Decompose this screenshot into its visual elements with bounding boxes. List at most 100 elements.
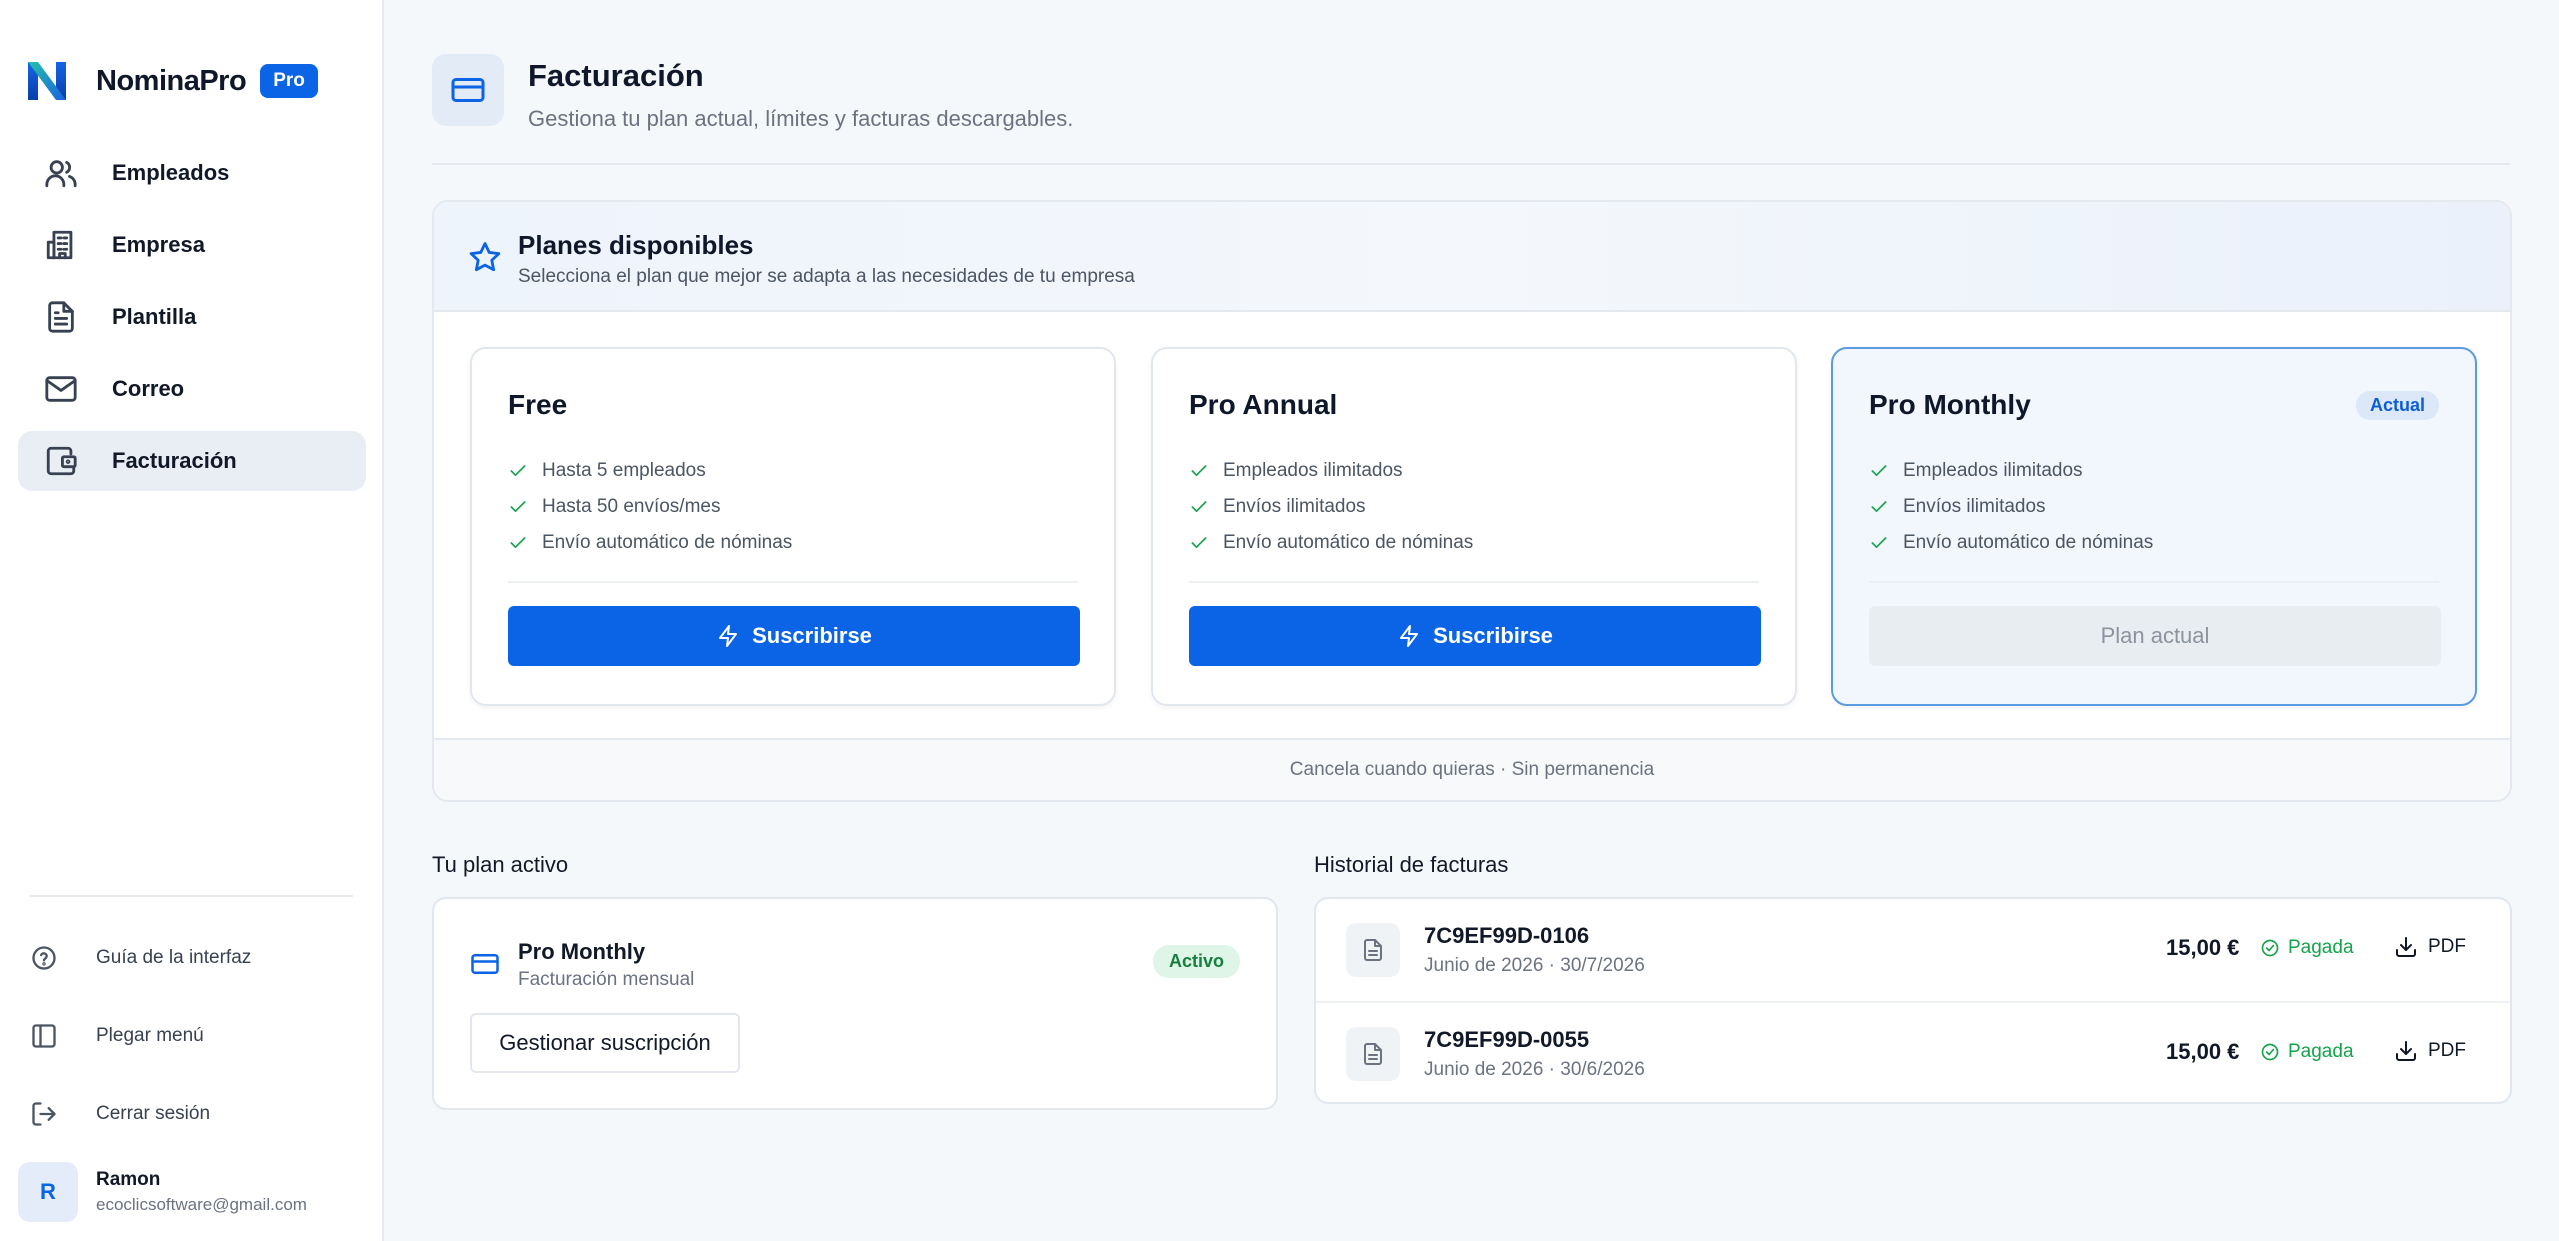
button-label: Suscribirse (752, 623, 872, 648)
status-label: Pagada (2288, 1041, 2354, 1062)
collapse-label: Plegar menú (96, 1025, 204, 1046)
manage-subscription-button[interactable]: Gestionar suscripción (470, 1013, 740, 1073)
sidebar-divider (30, 895, 353, 897)
feature-text: Empleados ilimitados (1223, 460, 1403, 481)
active-plan-name: Pro Monthly (518, 939, 646, 964)
page-subtitle: Gestiona tu plan actual, límites y factu… (528, 106, 1074, 131)
collapse-menu-button[interactable]: Plegar menú (30, 1016, 360, 1056)
feature-text: Hasta 50 envíos/mes (542, 496, 721, 517)
active-plan-card: Pro Monthly Facturación mensual Activo G… (432, 897, 1278, 1110)
feature-text: Envíos ilimitados (1223, 496, 1366, 517)
check-icon (1871, 465, 1887, 476)
download-pdf-button[interactable]: PDF (2394, 935, 2466, 959)
feature-item: Empleados ilimitados (1189, 453, 1473, 489)
card-divider (1869, 581, 2439, 583)
card-divider (508, 581, 1078, 583)
page-title: Facturación (528, 58, 704, 93)
user-email: ecoclicsoftware@gmail.com (96, 1195, 307, 1214)
feature-item: Hasta 5 empleados (508, 453, 792, 489)
download-icon (2396, 937, 2416, 957)
sidebar-item-empleados[interactable]: Empleados (18, 143, 366, 203)
brand[interactable]: NominaPro Pro (24, 56, 318, 106)
sidebar-item-empresa[interactable]: Empresa (18, 215, 366, 275)
header-divider (432, 163, 2510, 165)
avatar: R (18, 1162, 78, 1222)
mail-icon (45, 376, 77, 402)
download-label: PDF (2428, 936, 2466, 957)
bolt-icon (1400, 625, 1419, 647)
sidebar-item-label: Correo (112, 376, 185, 401)
page-header: Facturación Gestiona tu plan actual, lím… (432, 54, 1073, 132)
sidebar-item-correo[interactable]: Correo (18, 359, 366, 419)
user-name: Ramon (96, 1169, 161, 1190)
sidebar-item-plantilla[interactable]: Plantilla (18, 287, 366, 347)
button-label: Suscribirse (1433, 623, 1553, 648)
feature-text: Envío automático de nóminas (1223, 532, 1474, 553)
invoice-list: 7C9EF99D-0106 Junio de 2026 · 30/7/2026 … (1314, 897, 2512, 1104)
invoice-status: Pagada (2260, 1041, 2354, 1063)
subscribe-button-free[interactable]: Suscribirse (508, 606, 1080, 666)
invoice-date: Junio de 2026 · 30/7/2026 (1424, 955, 1645, 976)
plan-name: Pro Annual (1189, 389, 1338, 420)
help-circle-icon (32, 946, 56, 970)
feature-item: Envíos ilimitados (1189, 489, 1473, 525)
sidebar-footer: Guía de la interfaz Plegar menú Cerrar s… (30, 938, 360, 1172)
feature-text: Envío automático de nóminas (1903, 532, 2154, 553)
feature-text: Empleados ilimitados (1903, 460, 2083, 481)
plan-name: Free (508, 389, 568, 420)
guide-link[interactable]: Guía de la interfaz (30, 938, 360, 978)
feature-item: Envío automático de nóminas (1869, 525, 2153, 561)
check-icon (1191, 465, 1207, 476)
invoice-row: 7C9EF99D-0055 Junio de 2026 · 30/6/2026 … (1316, 1001, 2510, 1102)
plan-features: Empleados ilimitados Envíos ilimitados E… (1189, 453, 1473, 561)
invoice-id: 7C9EF99D-0055 (1424, 1027, 1590, 1052)
feature-item: Envío automático de nóminas (508, 525, 792, 561)
invoice-amount: 15,00 € (2166, 1039, 2240, 1064)
check-icon (510, 501, 526, 512)
feature-item: Empleados ilimitados (1869, 453, 2153, 489)
plan-features: Hasta 5 empleados Hasta 50 envíos/mes En… (508, 453, 792, 561)
plan-features: Empleados ilimitados Envíos ilimitados E… (1869, 453, 2153, 561)
current-plan-badge: Actual (2355, 391, 2439, 420)
logout-button[interactable]: Cerrar sesión (30, 1094, 360, 1134)
current-plan-button: Plan actual (1869, 606, 2441, 666)
invoice-date: Junio de 2026 · 30/6/2026 (1424, 1059, 1645, 1080)
plans-panel: Planes disponibles Selecciona el plan qu… (432, 200, 2512, 802)
plans-title: Planes disponibles (518, 230, 754, 260)
sidebar-item-facturacion[interactable]: Facturación (18, 431, 366, 491)
sidebar: NominaPro Pro Empleados Empresa Plantill… (0, 0, 384, 1241)
feature-item: Envíos ilimitados (1869, 489, 2153, 525)
app-name: NominaPro (96, 64, 247, 97)
plans-footer-note: Cancela cuando quieras · Sin permanencia (434, 738, 2510, 800)
invoice-amount: 15,00 € (2166, 935, 2240, 960)
download-label: PDF (2428, 1040, 2466, 1061)
user-profile[interactable]: R Ramon ecoclicsoftware@gmail.com (18, 1162, 307, 1222)
feature-text: Envíos ilimitados (1903, 496, 2046, 517)
subscribe-button-pro-annual[interactable]: Suscribirse (1189, 606, 1761, 666)
logout-icon (32, 1102, 56, 1126)
active-plan-billing: Facturación mensual (518, 969, 695, 990)
check-icon (510, 465, 526, 476)
sidebar-item-label: Plantilla (112, 304, 197, 329)
download-pdf-button[interactable]: PDF (2394, 1039, 2466, 1063)
logout-label: Cerrar sesión (96, 1103, 211, 1124)
check-icon (1871, 501, 1887, 512)
credit-card-icon (471, 954, 499, 974)
check-icon (1871, 537, 1887, 548)
check-circle-icon (2261, 939, 2279, 957)
file-text-icon (48, 301, 74, 333)
star-icon (469, 242, 501, 272)
check-icon (1191, 501, 1207, 512)
invoices-title: Historial de facturas (1314, 852, 1509, 877)
check-circle-icon (2261, 1043, 2279, 1061)
users-icon (45, 160, 77, 188)
invoice-row: 7C9EF99D-0106 Junio de 2026 · 30/7/2026 … (1316, 899, 2510, 1001)
plan-card-pro-monthly: Pro Monthly Actual Empleados ilimitados … (1831, 347, 2477, 706)
document-icon (1346, 923, 1400, 977)
feature-text: Envío automático de nóminas (542, 532, 793, 553)
plans-subtitle: Selecciona el plan que mejor se adapta a… (518, 266, 1135, 287)
download-icon (2396, 1041, 2416, 1061)
plan-name: Pro Monthly (1869, 389, 2031, 420)
feature-item: Envío automático de nóminas (1189, 525, 1473, 561)
active-plan-title: Tu plan activo (432, 852, 569, 877)
